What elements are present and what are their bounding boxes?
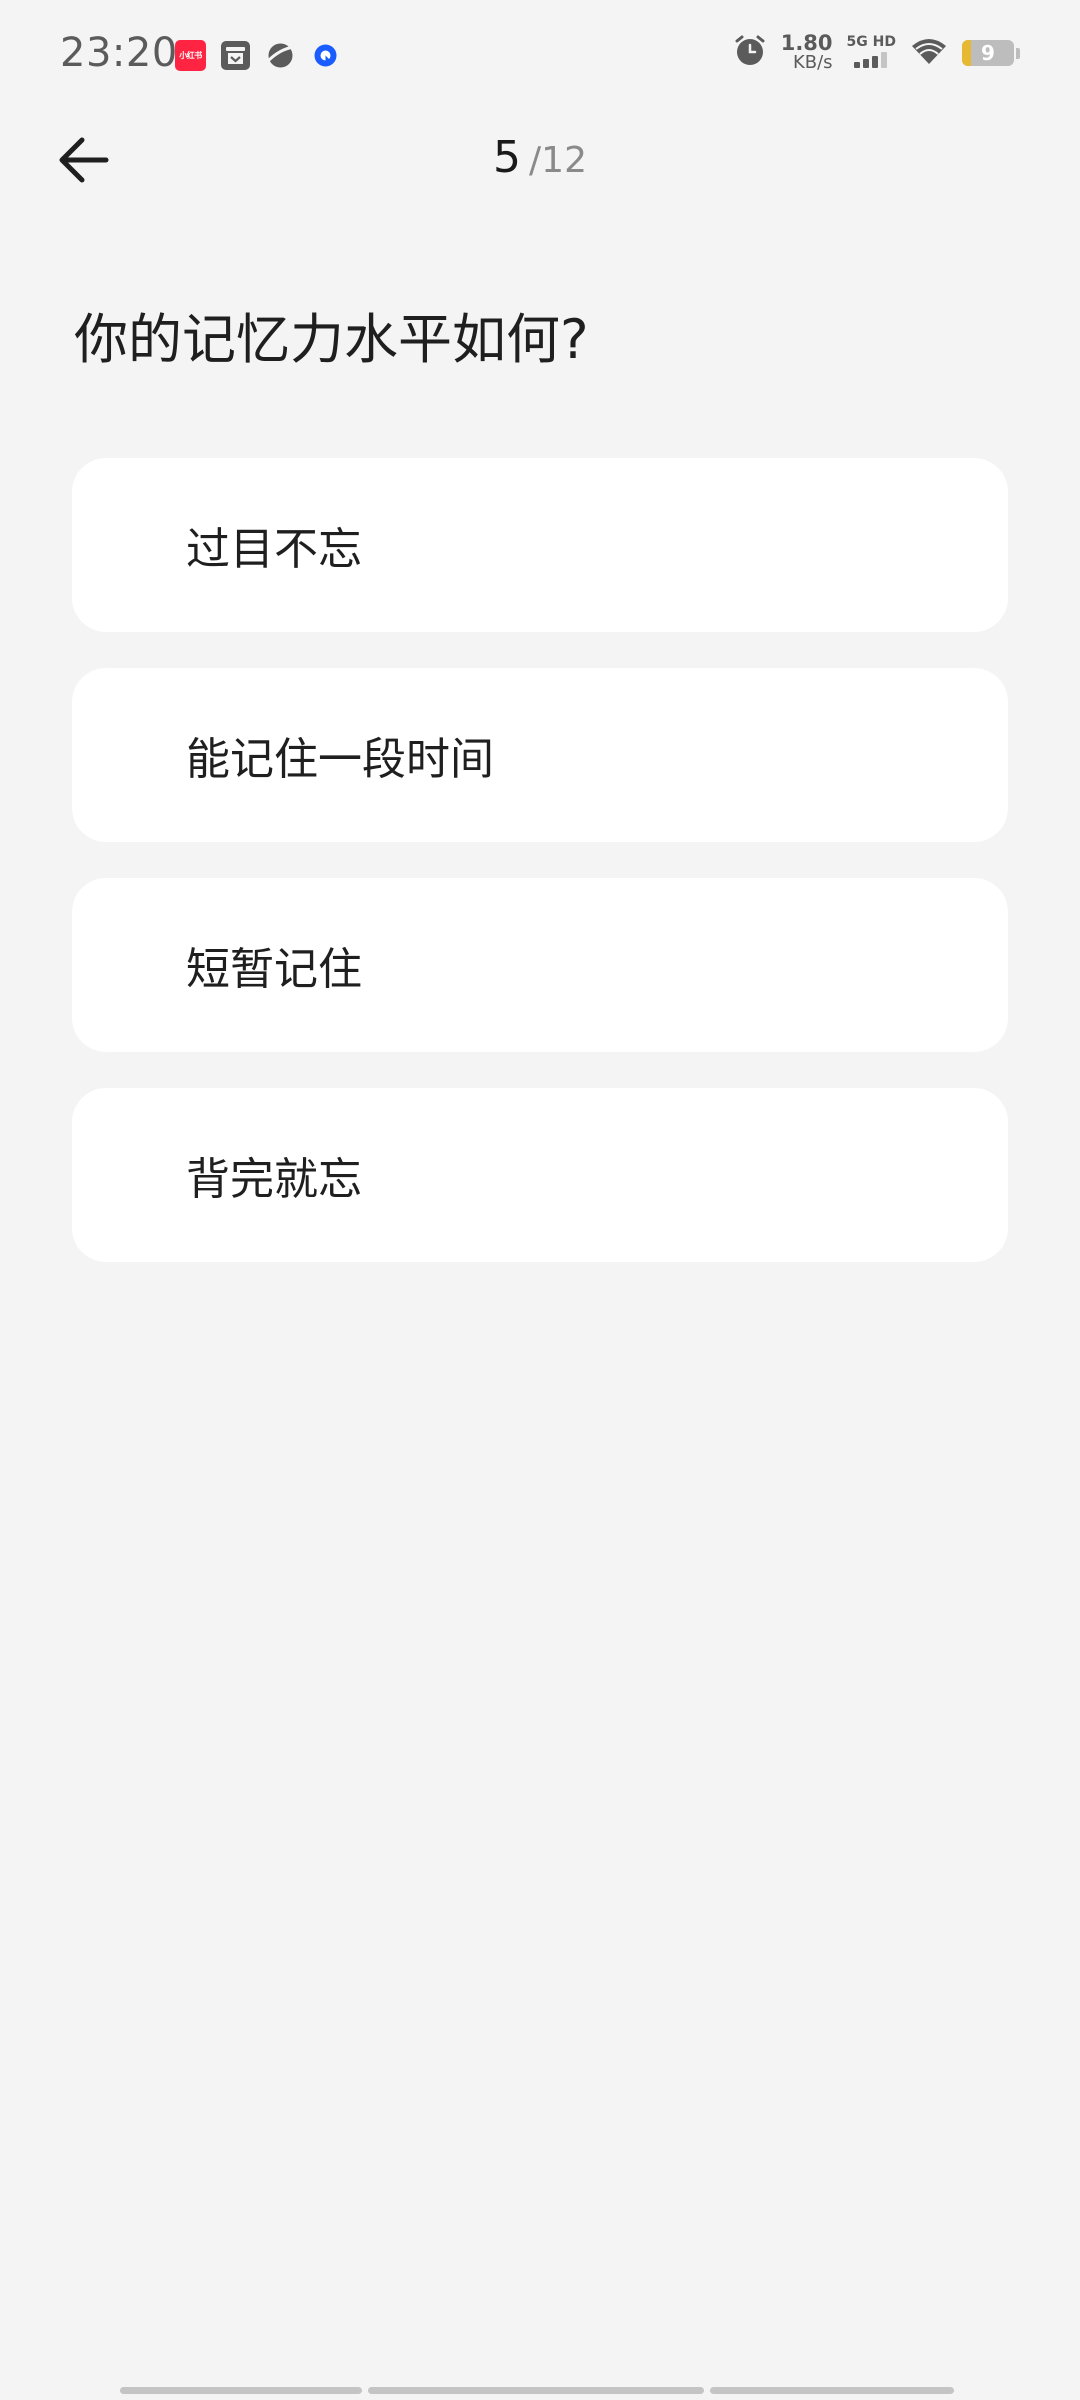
archive-app-icon <box>220 40 251 71</box>
redbook-app-icon: 小红书 <box>175 40 206 71</box>
option-card[interactable]: 能记住一段时间 <box>72 668 1008 842</box>
question-progress: 5/12 <box>0 134 1080 191</box>
option-label: 短暂记住 <box>186 944 362 995</box>
wifi-icon <box>910 36 948 70</box>
header: 5/12 <box>0 112 1080 208</box>
answer-options: 过目不忘 能记住一段时间 短暂记住 背完就忘 <box>72 458 1008 1298</box>
option-card[interactable]: 过目不忘 <box>72 458 1008 632</box>
option-label: 过目不忘 <box>186 524 362 575</box>
network-speed-value: 1.80 <box>780 31 833 55</box>
network-type-label: 5G HD <box>846 33 896 50</box>
battery-level: 9 <box>981 41 995 65</box>
blue-dot-app-icon <box>310 40 341 71</box>
option-label: 能记住一段时间 <box>186 734 494 785</box>
planet-app-icon <box>265 40 296 71</box>
signal-icon <box>853 51 889 72</box>
alarm-icon <box>733 34 767 72</box>
battery-icon: 9 <box>962 40 1020 66</box>
option-label: 背完就忘 <box>186 1154 362 1205</box>
gesture-segment <box>120 2387 362 2394</box>
status-bar: 23:20 小红书 1.80 KB/s 5G HD 9 <box>0 0 1080 112</box>
progress-total: /12 <box>529 140 587 181</box>
gesture-segment <box>368 2387 704 2394</box>
network-speed-unit: KB/s <box>792 52 833 73</box>
status-time: 23:20 <box>60 30 178 76</box>
option-card[interactable]: 背完就忘 <box>72 1088 1008 1262</box>
cellular-signal: 5G HD <box>847 35 896 72</box>
progress-current: 5 <box>493 132 522 183</box>
question-title: 你的记忆力水平如何? <box>74 308 589 371</box>
battery-tip <box>1016 47 1020 59</box>
battery-fill <box>962 40 972 66</box>
gesture-segment <box>710 2387 954 2394</box>
notification-icons: 小红书 <box>175 40 341 71</box>
battery-body: 9 <box>962 40 1014 66</box>
gesture-navigation-bar[interactable] <box>120 2387 960 2394</box>
option-card[interactable]: 短暂记住 <box>72 878 1008 1052</box>
status-right-group: 1.80 KB/s 5G HD 9 <box>733 31 1020 73</box>
network-speed: 1.80 KB/s <box>780 31 833 73</box>
